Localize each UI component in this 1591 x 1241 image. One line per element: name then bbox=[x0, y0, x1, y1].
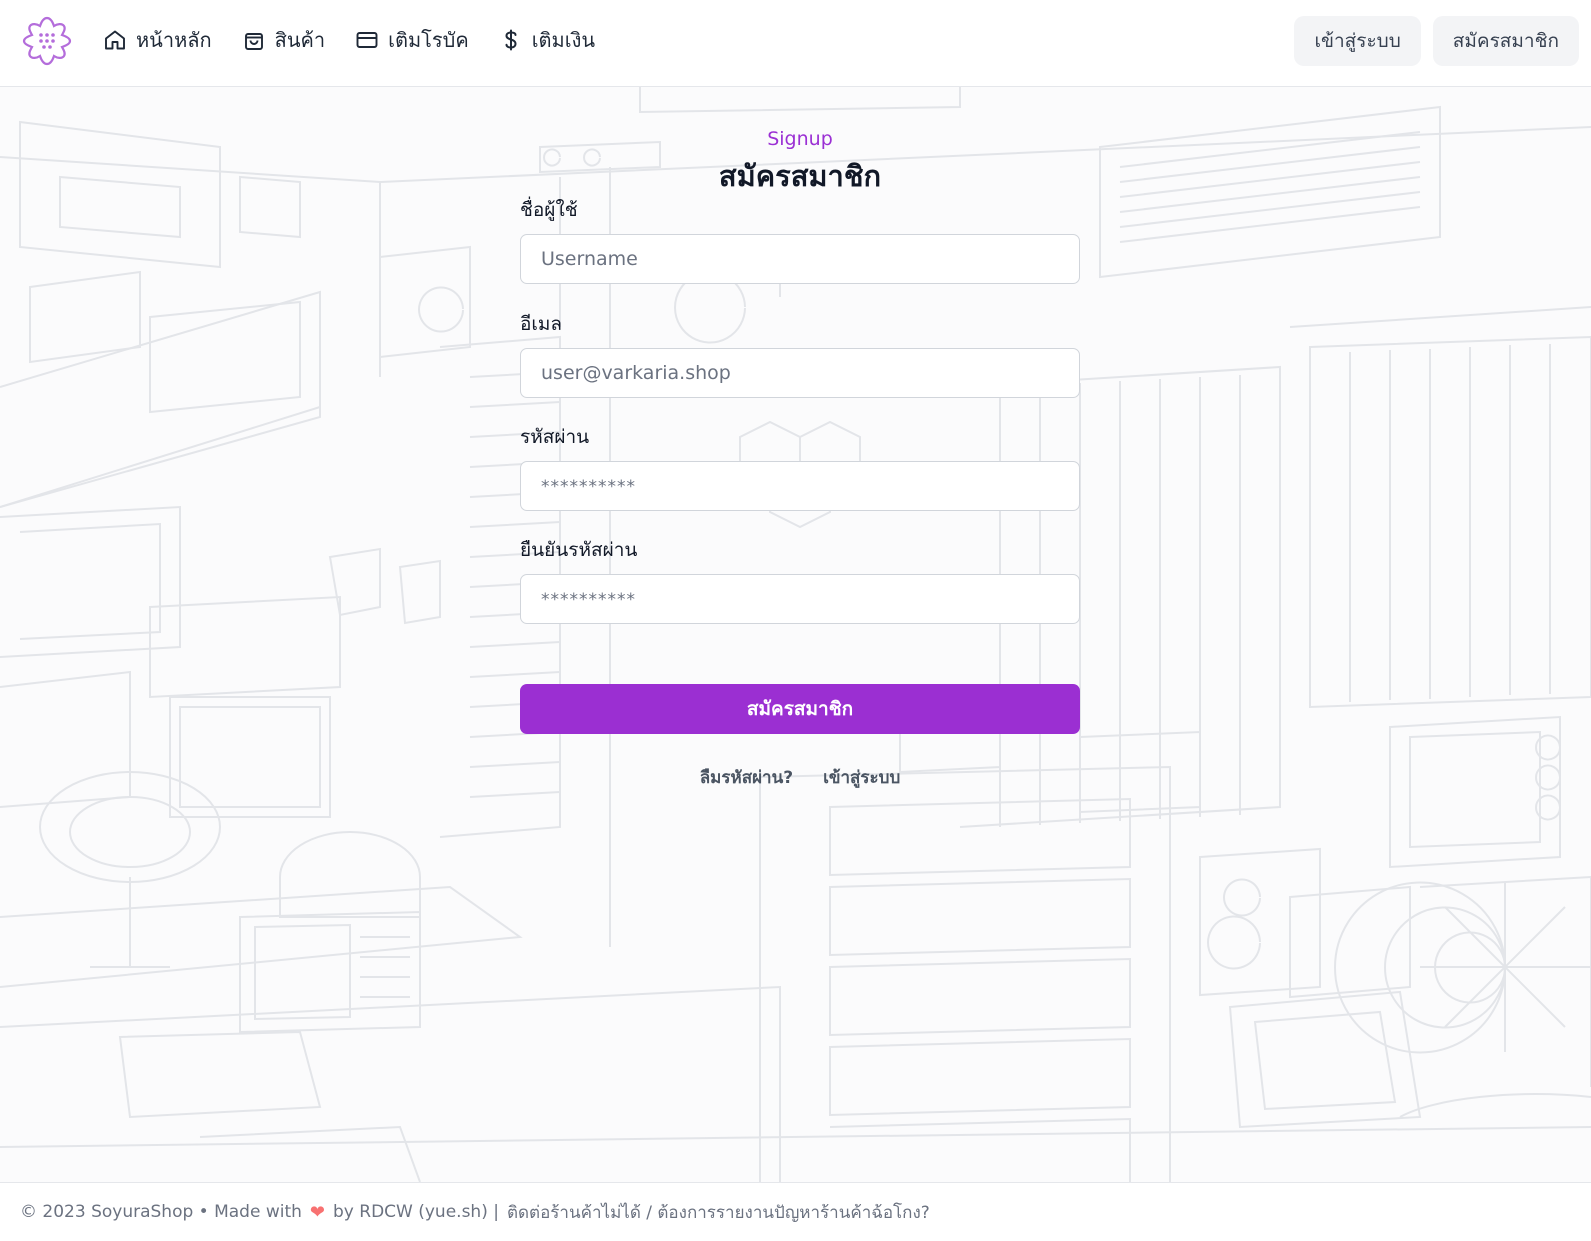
nav-item-home[interactable]: หน้าหลัก bbox=[103, 24, 212, 56]
confirm-password-label: ยืนยันรหัสผ่าน bbox=[520, 539, 638, 561]
username-label: ชื่อผู้ใช้ bbox=[520, 199, 578, 221]
password-label: รหัสผ่าน bbox=[520, 426, 590, 448]
confirm-password-input[interactable] bbox=[520, 574, 1080, 624]
username-input[interactable] bbox=[520, 234, 1080, 284]
nav-item-label: เติมเงิน bbox=[531, 28, 595, 52]
forgot-password-link[interactable]: ลืมรหัสผ่าน? bbox=[700, 764, 793, 791]
signup-submit-button[interactable]: สมัครสมาชิก bbox=[520, 684, 1080, 734]
nav-item-label: หน้าหลัก bbox=[136, 28, 212, 52]
footer: © 2023 SoyuraShop • Made with ❤ by RDCW … bbox=[0, 1182, 1591, 1241]
nav-item-money-topup[interactable]: เติมเงิน bbox=[499, 24, 595, 56]
nav-item-products[interactable]: สินค้า bbox=[242, 24, 326, 56]
footer-credit[interactable]: by RDCW (yue.sh) | bbox=[333, 1202, 499, 1222]
login-button[interactable]: เข้าสู่ระบบ bbox=[1294, 16, 1421, 66]
signup-button[interactable]: สมัครสมาชิก bbox=[1432, 16, 1579, 66]
email-label: อีเมล bbox=[520, 313, 563, 335]
shopping-bag-icon bbox=[244, 33, 263, 50]
email-input[interactable] bbox=[520, 348, 1080, 398]
signup-form: Signup สมัครสมาชิก ชื่อผู้ใช้ อีเมล รหัส… bbox=[520, 126, 1080, 791]
home-icon bbox=[105, 30, 125, 50]
heart-icon: ❤ bbox=[309, 1201, 325, 1223]
credit-card-icon bbox=[356, 32, 378, 48]
page-title: สมัครสมาชิก bbox=[718, 159, 882, 193]
login-link[interactable]: เข้าสู่ระบบ bbox=[823, 764, 900, 791]
main-nav: หน้าหลัก สินค้า เติมโรบัค เติมเงิน bbox=[103, 0, 595, 80]
nav-item-label: สินค้า bbox=[274, 28, 326, 52]
form-links: ลืมรหัสผ่าน? เข้าสู่ระบบ bbox=[520, 764, 1080, 791]
dollar-icon bbox=[505, 29, 517, 51]
auth-buttons: เข้าสู่ระบบ สมัครสมาชิก bbox=[1294, 16, 1579, 66]
form-eyebrow: Signup bbox=[767, 128, 833, 150]
nav-item-robux-topup[interactable]: เติมโรบัค bbox=[355, 24, 469, 56]
footer-copyright: © 2023 SoyuraShop • Made with bbox=[20, 1202, 302, 1222]
flower-icon[interactable] bbox=[20, 14, 74, 68]
password-input[interactable] bbox=[520, 461, 1080, 511]
nav-item-label: เติมโรบัค bbox=[388, 28, 469, 52]
footer-report-link[interactable]: ติดต่อร้านค้าไม่ได้ / ต้องการรายงานปัญหา… bbox=[507, 1199, 930, 1226]
top-navbar: หน้าหลัก สินค้า เติมโรบัค เติมเงิน เข้าส… bbox=[0, 0, 1591, 87]
